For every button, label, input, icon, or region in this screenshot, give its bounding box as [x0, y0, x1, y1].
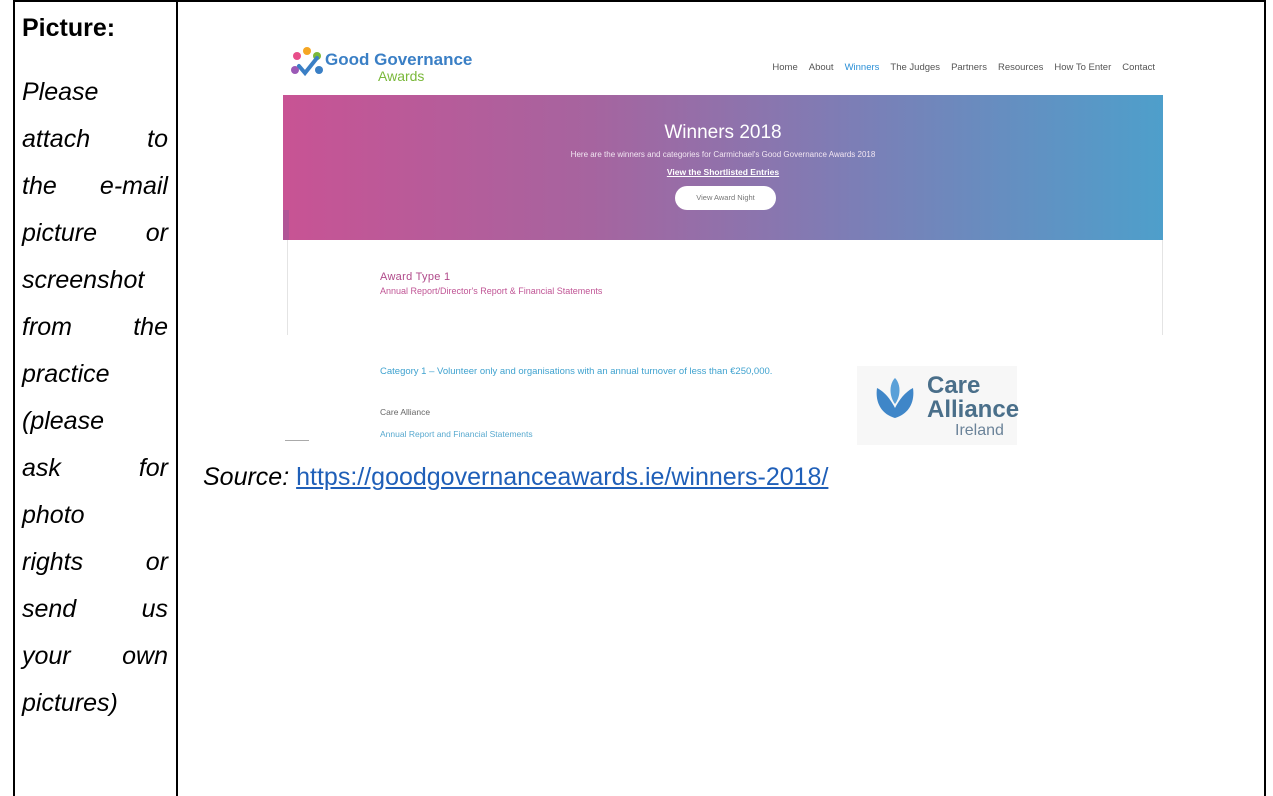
instruction-word: your: [22, 642, 71, 670]
instruction-word: (please: [22, 407, 104, 435]
instruction-line: screenshot: [22, 257, 168, 304]
instruction-line: Please: [22, 69, 168, 116]
instruction-line: the e-mail: [22, 163, 168, 210]
hero-title: Winners 2018: [664, 122, 782, 143]
instruction-line: pictures): [22, 680, 168, 727]
site-nav: Home About Winners The Judges Partners Resour…: [772, 62, 1155, 73]
category-title: Category 1 – Volunteer only and organisa…: [380, 366, 773, 377]
nav-item-the-judges[interactable]: The Judges: [890, 62, 940, 73]
nav-item-how-to-enter[interactable]: How To Enter: [1054, 62, 1111, 73]
award-type-description: Annual Report/Director's Report & Financ…: [380, 286, 603, 296]
nav-item-home[interactable]: Home: [772, 62, 797, 73]
instruction-word: for: [138, 454, 168, 482]
hero-banner: Winners 2018 Here are the winners and ca…: [283, 95, 1163, 240]
instruction-line: your own: [22, 633, 168, 680]
care-logo-line3: Ireland: [955, 422, 1004, 439]
care-alliance-logo: Care Alliance Ireland: [857, 366, 1020, 445]
nav-item-contact[interactable]: Contact: [1122, 62, 1155, 73]
logo-title: Good Governance: [325, 50, 473, 69]
award-night-button[interactable]: View Award Night: [675, 186, 776, 210]
instruction-word: pictures): [22, 689, 118, 717]
instructions-column: Picture: Please attach to the e-mail picture o…: [22, 8, 168, 727]
instruction-word: screenshot: [22, 266, 145, 294]
awards-logo-icon: [291, 47, 323, 77]
instruction-line: picture or: [22, 210, 168, 257]
instruction-word: send: [22, 595, 77, 623]
instruction-word: own: [122, 642, 168, 670]
instruction-line: (please: [22, 398, 168, 445]
instruction-word: to: [147, 125, 168, 153]
shortlisted-link[interactable]: View the Shortlisted Entries: [283, 167, 1163, 177]
instruction-word: picture: [22, 219, 98, 247]
nav-item-partners[interactable]: Partners: [951, 62, 987, 73]
instructions-text: Please attach to the e-mail picture or screensh…: [22, 69, 168, 727]
hero-subtitle: Here are the winners and categories for …: [570, 150, 876, 159]
instruction-word: or: [145, 219, 168, 247]
source-url-link[interactable]: https://goodgovernanceawards.ie/winners-…: [296, 463, 828, 491]
instruction-word: the: [133, 313, 168, 341]
logo-subtitle: Awards: [378, 68, 425, 84]
nav-item-winners[interactable]: Winners: [845, 62, 880, 73]
instruction-word: or: [145, 548, 168, 576]
side-strip: [283, 210, 289, 240]
source-label: Source:: [203, 463, 290, 491]
instruction-line: ask for: [22, 445, 168, 492]
column-divider: [176, 0, 178, 796]
winner-name: Care Alliance: [380, 407, 431, 417]
instruction-line: send us: [22, 586, 168, 633]
instruction-line: rights or: [22, 539, 168, 586]
care-logo-line2: Alliance: [927, 396, 1020, 423]
instruction-word: from: [22, 313, 72, 341]
instruction-line: photo: [22, 492, 168, 539]
instruction-word: attach: [22, 125, 91, 153]
instruction-word: e-mail: [99, 172, 168, 200]
award-type-heading: Award Type 1: [380, 271, 451, 283]
instruction-line: from the: [22, 304, 168, 351]
divider: [285, 440, 309, 441]
tulip-icon: [876, 378, 914, 418]
instruction-word: the: [22, 172, 57, 200]
instruction-word: Please: [22, 78, 99, 106]
instruction-word: rights: [22, 548, 84, 576]
instruction-word: us: [141, 595, 168, 623]
site-header: Good Governance Awards Home About Winners T…: [283, 40, 1163, 95]
source-line: Source: https://goodgovernanceawards.ie/…: [203, 463, 828, 492]
instruction-word: practice: [22, 360, 110, 388]
winner-report-link[interactable]: Annual Report and Financial Statements: [380, 429, 533, 439]
picture-heading: Picture:: [22, 14, 116, 42]
website-screenshot: Good Governance Awards Home About Winners T…: [283, 40, 1163, 445]
instruction-word: ask: [22, 454, 61, 482]
instruction-line: practice: [22, 351, 168, 398]
instruction-word: photo: [22, 501, 85, 529]
nav-item-about[interactable]: About: [809, 62, 834, 73]
nav-item-resources[interactable]: Resources: [998, 62, 1043, 73]
instruction-line: attach to: [22, 116, 168, 163]
